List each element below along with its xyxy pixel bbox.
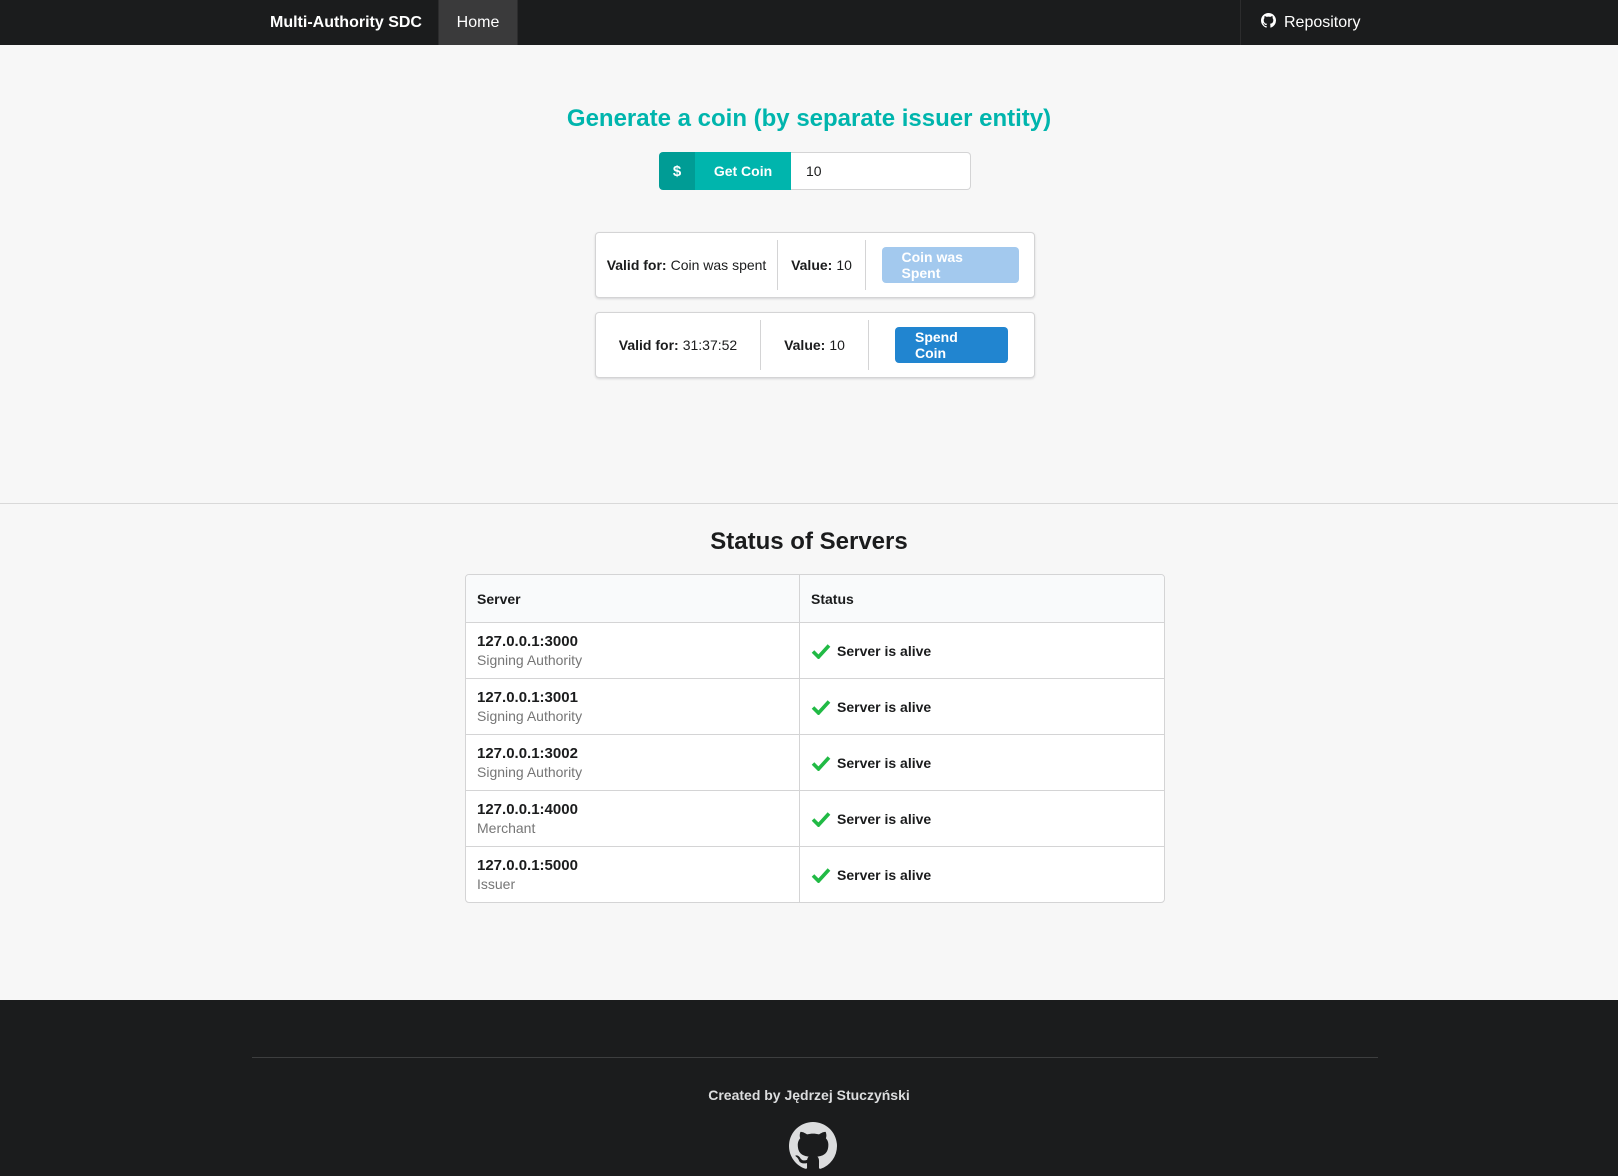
- footer-credit: Created by Jędrzej Stuczyński: [708, 1087, 910, 1103]
- status-text: Server is alive: [837, 866, 932, 883]
- status-cell: Server is alive: [800, 623, 1164, 678]
- coin-card: Valid for: Coin was spent Value: 10 Coin…: [595, 232, 1035, 298]
- status-text: Server is alive: [837, 698, 932, 715]
- server-address: 127.0.0.1:4000: [477, 800, 578, 818]
- table-row: 127.0.0.1:5000 Issuer Server is alive: [466, 847, 1164, 902]
- column-header-server: Server: [466, 575, 800, 622]
- nav-repository-label: Repository: [1284, 13, 1361, 31]
- coin-validity: Valid for: Coin was spent: [596, 240, 778, 290]
- github-icon: [1261, 12, 1276, 33]
- coin-validity: Valid for: 31:37:52: [596, 320, 761, 370]
- table-row: 127.0.0.1:4000 Merchant Server is alive: [466, 791, 1164, 847]
- server-role: Signing Authority: [477, 651, 583, 668]
- checkmark-icon: [811, 755, 831, 771]
- server-address: 127.0.0.1:3001: [477, 688, 578, 706]
- coin-card: Valid for: 31:37:52 Value: 10 Spend Coin: [595, 312, 1035, 378]
- valid-for-label: Valid for:: [618, 337, 679, 353]
- status-text: Server is alive: [837, 754, 932, 771]
- nav-home-label: Home: [456, 13, 500, 31]
- table-header: Server Status: [466, 575, 1164, 623]
- top-navbar: Multi-Authority SDC Home Repository: [0, 0, 1618, 51]
- table-row: 127.0.0.1:3002 Signing Authority Server …: [466, 735, 1164, 791]
- coin-spent-button: Coin was Spent: [881, 247, 1019, 283]
- server-address: 127.0.0.1:5000: [477, 856, 578, 874]
- coin-action: Spend Coin: [869, 320, 1034, 370]
- server-address: 127.0.0.1:3000: [477, 632, 578, 650]
- server-cell: 127.0.0.1:3001 Signing Authority: [466, 679, 800, 734]
- valid-for-value: Coin was spent: [670, 257, 767, 273]
- coin-section: Generate a coin (by separate issuer enti…: [0, 45, 1618, 504]
- table-row: 127.0.0.1:3000 Signing Authority Server …: [466, 623, 1164, 679]
- spend-coin-button[interactable]: Spend Coin: [895, 327, 1008, 363]
- checkmark-icon: [811, 867, 831, 883]
- server-status-table: Server Status 127.0.0.1:3000 Signing Aut…: [465, 574, 1165, 903]
- server-cell: 127.0.0.1:5000 Issuer: [466, 847, 800, 902]
- status-text: Server is alive: [837, 810, 932, 827]
- get-coin-button[interactable]: $ Get Coin: [659, 152, 791, 190]
- server-role: Signing Authority: [477, 763, 583, 780]
- value-amount: 10: [829, 337, 845, 353]
- coin-action: Coin was Spent: [866, 240, 1034, 290]
- value-label: Value:: [791, 257, 833, 273]
- status-cell: Server is alive: [800, 679, 1164, 734]
- coin-amount-input[interactable]: [791, 152, 971, 190]
- status-cell: Server is alive: [800, 791, 1164, 846]
- coin-value: Value: 10: [761, 320, 869, 370]
- status-title: Status of Servers: [710, 528, 908, 555]
- table-row: 127.0.0.1:3001 Signing Authority Server …: [466, 679, 1164, 735]
- server-role: Merchant: [477, 819, 536, 836]
- server-role: Signing Authority: [477, 707, 583, 724]
- value-label: Value:: [784, 337, 826, 353]
- checkmark-icon: [811, 643, 831, 659]
- column-header-status: Status: [811, 590, 854, 607]
- generate-title: Generate a coin (by separate issuer enti…: [566, 105, 1052, 132]
- dollar-icon: $: [659, 152, 695, 190]
- checkmark-icon: [811, 811, 831, 827]
- get-coin-form: $ Get Coin: [659, 152, 971, 190]
- github-icon[interactable]: [789, 1122, 837, 1170]
- value-amount: 10: [836, 257, 852, 273]
- brand-title[interactable]: Multi-Authority SDC: [252, 0, 440, 45]
- server-address: 127.0.0.1:3002: [477, 744, 578, 762]
- get-coin-label: Get Coin: [695, 152, 791, 190]
- valid-for-value: 31:37:52: [682, 337, 738, 353]
- status-cell: Server is alive: [800, 847, 1164, 902]
- server-role: Issuer: [477, 875, 516, 892]
- nav-home-tab[interactable]: Home: [438, 0, 518, 51]
- status-text: Server is alive: [837, 642, 932, 659]
- server-cell: 127.0.0.1:3000 Signing Authority: [466, 623, 800, 678]
- footer-divider: [252, 1057, 1378, 1058]
- status-cell: Server is alive: [800, 735, 1164, 790]
- valid-for-label: Valid for:: [606, 257, 667, 273]
- server-cell: 127.0.0.1:4000 Merchant: [466, 791, 800, 846]
- server-cell: 127.0.0.1:3002 Signing Authority: [466, 735, 800, 790]
- nav-repository-link[interactable]: Repository: [1240, 0, 1380, 45]
- footer: Created by Jędrzej Stuczyński: [0, 1000, 1618, 1176]
- checkmark-icon: [811, 699, 831, 715]
- coin-value: Value: 10: [778, 240, 866, 290]
